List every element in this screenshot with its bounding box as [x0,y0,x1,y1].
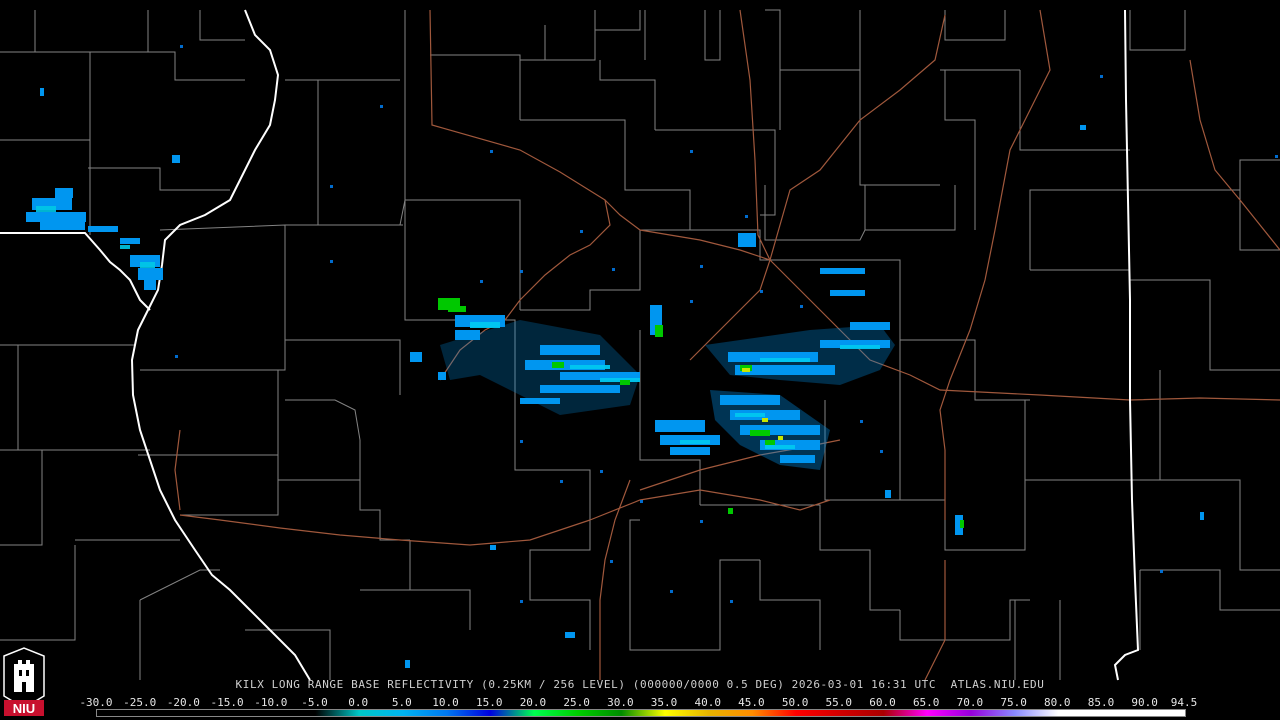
colorbar-tick-label: -10.0 [254,696,288,709]
reflectivity-colorbar [96,709,1186,717]
colorbar-tick-label: 55.0 [825,696,853,709]
colorbar-tick-label: 45.0 [738,696,765,709]
colorbar-tick-label: -5.0 [301,696,328,709]
colorbar-tick-label: -15.0 [210,696,244,709]
colorbar-tick-label: 85.0 [1087,696,1115,709]
radar-echoes [26,45,1278,668]
colorbar-tick-label: 70.0 [956,696,984,709]
colorbar-tick-label: -30.0 [79,696,113,709]
colorbar-tick-label: -25.0 [123,696,157,709]
colorbar-tick-label: 50.0 [781,696,809,709]
colorbar-tick-label: 90.0 [1131,696,1158,709]
colorbar-tick-label: 75.0 [1000,696,1027,709]
colorbar-tick-label: 65.0 [912,696,940,709]
colorbar-tick-labels: -30.0 -25.0 -20.0 -15.0 -10.0 -5.0 0.0 5.0 10.0 1… [0,697,1280,709]
colorbar-tick-label: 15.0 [476,696,503,709]
radar-map [0,9,1280,681]
colorbar-tick-label: 25.0 [563,696,590,709]
colorbar-tick-label: 80.0 [1044,696,1071,709]
colorbar-tick-label: 94.5 [1170,696,1198,709]
colorbar-tick-label: 30.0 [607,696,634,709]
colorbar-tick-label: 20.0 [519,696,547,709]
colorbar-tick-label: 5.0 [391,696,412,709]
colorbar-tick-label: -20.0 [166,696,200,709]
colorbar-tick-label: 40.0 [694,696,721,709]
colorbar-tick-label: 0.0 [348,696,369,709]
colorbar-tick-label: 35.0 [650,696,678,709]
product-caption: KILX LONG RANGE BASE REFLECTIVITY (0.25K… [235,678,1045,691]
colorbar-tick-label: 60.0 [869,696,896,709]
county-boundaries [0,9,1280,680]
colorbar-tick-label: 10.0 [432,696,459,709]
